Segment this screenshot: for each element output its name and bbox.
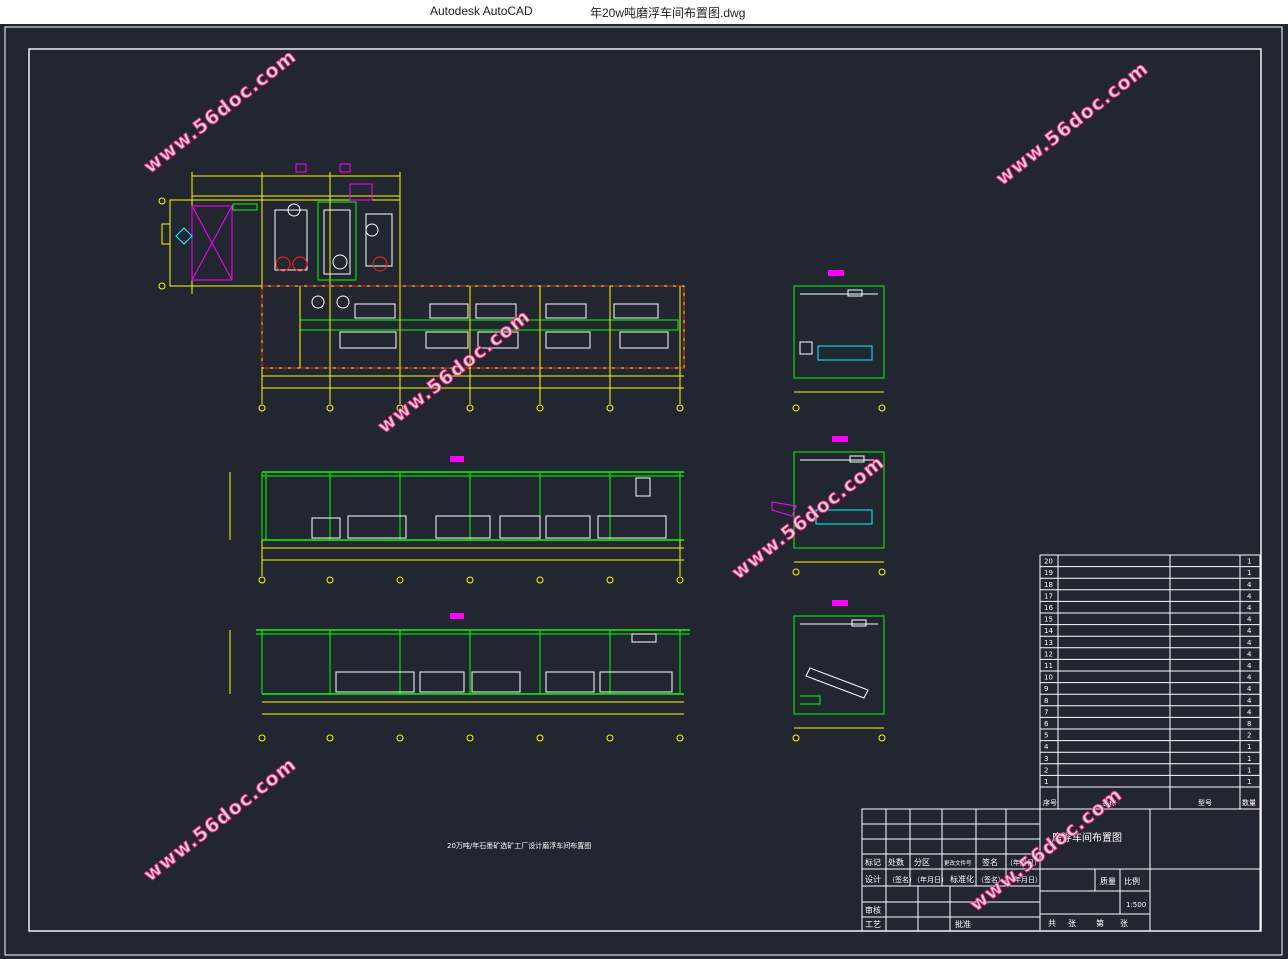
document-name: 年20w吨磨浮车间布置图.dwg [590,6,746,20]
parts-row-number: 2 [1044,766,1048,774]
app-name: Autodesk AutoCAD [430,4,533,18]
parts-row-number: 10 [1044,674,1053,682]
parts-list: 20 119 118 417 416 415 414 413 412 411 410 49 48 47 46… [1039,554,1261,810]
tb-signature-label: 签名 [982,857,998,867]
parts-footer-model: 型号 [1198,798,1212,807]
tb-approve-label: 批准 [955,919,971,929]
parts-row-number: 8 [1044,697,1048,705]
parts-row-qty: 4 [1247,685,1252,693]
parts-row-number: 16 [1044,604,1053,612]
tb-scale-value: 1:500 [1126,901,1146,909]
parts-row-qty: 1 [1247,766,1251,774]
watermark-5: www.56doc.com [140,753,301,886]
parts-row-number: 12 [1044,650,1053,658]
tb-marker-label: 标记 [865,857,881,867]
parts-row-qty: 1 [1247,778,1251,786]
parts-footer-qty: 数量 [1242,798,1256,807]
parts-row-number: 1 [1044,778,1048,786]
tb-count-label: 处数 [888,857,904,867]
cad-drawing: 20万吨/年石墨矿选矿工厂设计磨浮车间布置图 20 119 118 417 416 415… [4,26,1283,956]
section-view-2 [229,613,690,742]
watermark-2: www.56doc.com [992,57,1153,190]
parts-row-number: 7 [1044,708,1048,716]
parts-row-qty: 1 [1247,755,1251,763]
inner-frame [28,48,1262,932]
drawing-canvas[interactable]: 20万吨/年石墨矿选矿工厂设计磨浮车间布置图 20 1 19 1 18 4 17 4 16 4 15… [0,24,1288,959]
parts-row-number: 18 [1044,581,1053,589]
parts-row-number: 11 [1044,662,1053,670]
tb-scale-label: 比例 [1124,876,1140,886]
parts-row-qty: 4 [1247,592,1252,600]
plan-view [158,163,685,412]
parts-row-qty: 8 [1247,720,1251,728]
tb-page-label: 第 [1096,918,1104,928]
title-bar: Autodesk AutoCAD 年20w吨磨浮车间布置图.dwg [0,0,1288,25]
parts-row-number: 20 [1044,558,1053,566]
parts-row-qty: 4 [1247,674,1252,682]
parts-row-qty: 4 [1247,708,1252,716]
side-section-3 [792,600,886,742]
watermark-1: www.56doc.com [140,45,301,178]
tb-process-label: 工艺 [865,920,881,929]
tb-standard-label: 标准化 [950,874,974,884]
parts-row-number: 19 [1044,569,1053,577]
tb-change-doc-label: 更改文件号 [944,859,972,867]
tb-review-label: 审核 [865,905,881,915]
watermark-3: www.56doc.com [374,305,535,438]
watermark-4: www.56doc.com [728,451,889,584]
parts-row-qty: 4 [1247,616,1252,624]
parts-row-qty: 4 [1247,604,1252,612]
tb-total-label: 共 [1048,919,1056,928]
tb-sheet-label: 张 [1120,919,1128,928]
side-section-1 [792,270,886,412]
parts-row-number: 4 [1044,743,1049,751]
parts-row-qty: 4 [1247,697,1252,705]
parts-row-qty: 1 [1247,743,1251,751]
tb-design-signature: （签名） [888,875,916,884]
parts-row-qty: 4 [1247,627,1252,635]
parts-row-qty: 4 [1247,662,1252,670]
tb-weight-label: 质量 [1100,876,1116,886]
parts-row-number: 9 [1044,685,1048,693]
parts-row-number: 14 [1044,627,1053,635]
tb-sheets-label: 张 [1068,919,1076,928]
parts-row-qty: 2 [1247,732,1251,740]
tb-design-date: （年月日） [913,875,948,884]
parts-row-number: 6 [1044,720,1049,728]
parts-row-number: 17 [1044,592,1053,600]
parts-row-number: 5 [1044,732,1048,740]
section-view-1 [229,456,684,584]
drawing-title: 20万吨/年石墨矿选矿工厂设计磨浮车间布置图 [447,841,591,850]
parts-row-qty: 1 [1247,558,1251,566]
tb-zone-label: 分区 [914,858,930,867]
parts-row-qty: 4 [1247,639,1252,647]
parts-row-qty: 4 [1247,650,1252,658]
parts-row-number: 13 [1044,639,1053,647]
parts-row-number: 15 [1044,616,1053,624]
parts-row-qty: 1 [1247,569,1251,577]
parts-row-number: 3 [1044,755,1048,763]
parts-row-qty: 4 [1247,581,1252,589]
parts-footer-seq: 序号 [1043,798,1057,807]
tb-design-label: 设计 [865,874,881,884]
